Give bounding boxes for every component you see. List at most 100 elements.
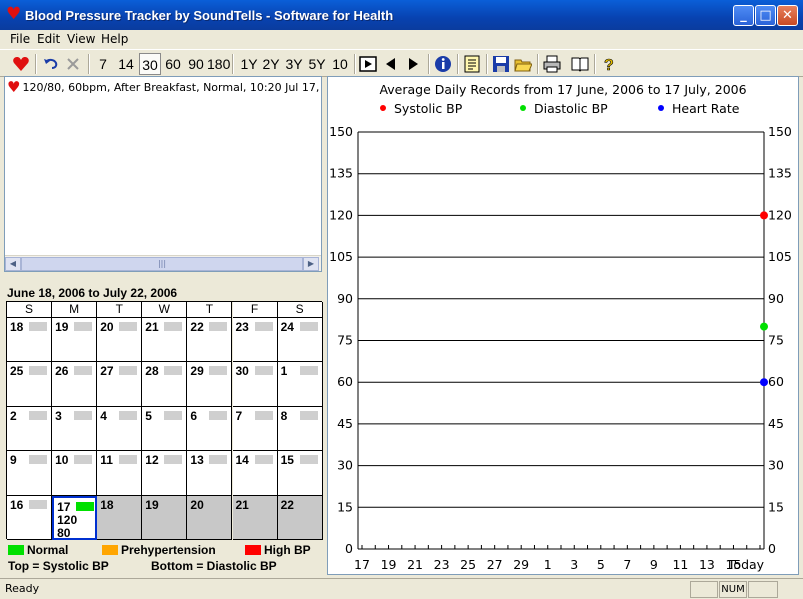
calendar-day[interactable]: 19: [52, 318, 98, 363]
minimize-button[interactable]: _: [733, 5, 754, 26]
calendar-grid: S M T W T F S 18 19 20 21 22 23 24 25 26 27 28 29 30 1 2 3 4 5 6 7…: [6, 301, 323, 540]
calendar-day[interactable]: 7: [232, 406, 278, 452]
y-tick-label-right: 90: [768, 291, 784, 306]
calendar-day[interactable]: 23: [232, 318, 278, 363]
range-60-button[interactable]: 60: [162, 53, 184, 75]
calendar-day[interactable]: 12: [142, 451, 188, 496]
range-3y-button[interactable]: 3Y: [283, 53, 305, 75]
calendar-day-today[interactable]: 17 120 80: [52, 495, 98, 540]
range-1y-button[interactable]: 1Y: [238, 53, 260, 75]
scroll-left-button[interactable]: ◀: [5, 257, 21, 271]
calendar-day[interactable]: 21: [232, 495, 278, 540]
scroll-right-button[interactable]: ▶: [303, 257, 319, 271]
range-90-button[interactable]: 90: [185, 53, 207, 75]
print-icon[interactable]: [543, 55, 561, 73]
delete-icon[interactable]: [64, 55, 82, 73]
calendar-day[interactable]: 11: [97, 451, 143, 496]
no-record-marker: [299, 322, 318, 331]
calendar-day[interactable]: 27: [97, 362, 143, 407]
range-2y-button[interactable]: 2Y: [260, 53, 282, 75]
legend-label: Heart Rate: [672, 101, 740, 116]
legend-top-note: Top = Systolic BP: [8, 559, 109, 573]
scroll-thumb[interactable]: |||: [21, 257, 303, 271]
range-30-button[interactable]: 30: [139, 53, 161, 75]
no-record-marker: [29, 322, 47, 331]
menu-bar: File Edit View Help: [0, 30, 803, 49]
previous-icon[interactable]: [382, 55, 400, 73]
help-icon[interactable]: ?: [600, 55, 618, 73]
day-number: 30: [235, 364, 249, 379]
book-icon[interactable]: [571, 55, 589, 73]
calendar-day[interactable]: 3: [52, 406, 98, 452]
calendar-day[interactable]: 22: [277, 495, 323, 540]
y-tick-label-right: 135: [768, 166, 792, 181]
day-number: 11: [100, 453, 113, 468]
open-folder-icon[interactable]: [514, 55, 532, 73]
calendar-day[interactable]: 21: [142, 318, 188, 363]
calendar-day[interactable]: 24: [277, 318, 323, 363]
heart-app-icon: ♥: [6, 4, 22, 24]
calendar-day[interactable]: 1: [277, 362, 323, 407]
y-tick-label-left: 150: [329, 124, 353, 139]
range-10-button[interactable]: 10: [329, 53, 351, 75]
range-5y-button[interactable]: 5Y: [306, 53, 328, 75]
save-icon[interactable]: [492, 55, 510, 73]
calendar-day[interactable]: 6: [187, 406, 233, 452]
y-tick-label-left: 45: [337, 416, 353, 431]
calendar-day[interactable]: 18: [7, 318, 53, 363]
heart-icon[interactable]: [12, 55, 30, 73]
x-tick-label: 5: [597, 557, 605, 572]
calendar-day[interactable]: 30: [232, 362, 278, 407]
calendar-day[interactable]: 22: [187, 318, 233, 363]
status-text: Ready: [5, 582, 40, 595]
undo-icon[interactable]: [42, 55, 60, 73]
records-list[interactable]: ♥ 120/80, 60bpm, After Breakfast, Normal,…: [4, 76, 322, 272]
calendar-day[interactable]: 19: [142, 495, 188, 540]
notes-icon[interactable]: [463, 55, 481, 73]
calendar-day[interactable]: 16: [7, 495, 53, 540]
info-icon[interactable]: [434, 55, 452, 73]
calendar-day[interactable]: 15: [277, 451, 323, 496]
day-number: 21: [235, 497, 249, 512]
calendar-day[interactable]: 9: [7, 451, 53, 496]
legend-label: Diastolic BP: [534, 101, 608, 116]
calendar-day[interactable]: 28: [142, 362, 188, 407]
num-lock-indicator: NUM: [719, 581, 747, 598]
horizontal-scrollbar[interactable]: ◀ ||| ▶: [5, 255, 321, 271]
calendar-day[interactable]: 14: [232, 451, 278, 496]
normal-swatch: [8, 545, 24, 555]
menu-view[interactable]: View: [67, 32, 95, 46]
calendar-day[interactable]: 5: [142, 406, 188, 452]
day-number: 22: [280, 497, 294, 512]
weekday-header: S: [7, 302, 53, 318]
maximize-button[interactable]: □: [755, 5, 776, 26]
calendar-day[interactable]: 4: [97, 406, 143, 452]
record-item[interactable]: ♥ 120/80, 60bpm, After Breakfast, Normal,…: [7, 79, 319, 95]
range-180-button[interactable]: 180: [207, 53, 230, 75]
no-record-marker: [29, 499, 47, 509]
calendar-day[interactable]: 26: [52, 362, 98, 407]
no-record-marker: [299, 410, 318, 420]
next-icon[interactable]: [404, 55, 422, 73]
y-tick-label-left: 120: [329, 207, 353, 222]
window-title: Blood Pressure Tracker by SoundTells - S…: [25, 8, 394, 23]
calendar-day[interactable]: 25: [7, 362, 53, 407]
range-14-button[interactable]: 14: [115, 53, 137, 75]
day-number: 17: [57, 499, 71, 514]
menu-edit[interactable]: Edit: [37, 32, 60, 46]
day-number: 19: [55, 320, 69, 334]
calendar-day[interactable]: 20: [187, 495, 233, 540]
calendar-day[interactable]: 18: [97, 495, 143, 540]
calendar-day[interactable]: 20: [97, 318, 143, 363]
calendar-day[interactable]: 8: [277, 406, 323, 452]
calendar-day[interactable]: 2: [7, 406, 53, 452]
play-icon[interactable]: [359, 55, 377, 73]
calendar-day[interactable]: 13: [187, 451, 233, 496]
menu-help[interactable]: Help: [101, 32, 128, 46]
calendar-day[interactable]: 10: [52, 451, 98, 496]
range-7-button[interactable]: 7: [93, 53, 113, 75]
systolic-value: 120: [57, 512, 78, 527]
menu-file[interactable]: File: [10, 32, 30, 46]
calendar-day[interactable]: 29: [187, 362, 233, 407]
close-button[interactable]: ✕: [777, 5, 798, 26]
